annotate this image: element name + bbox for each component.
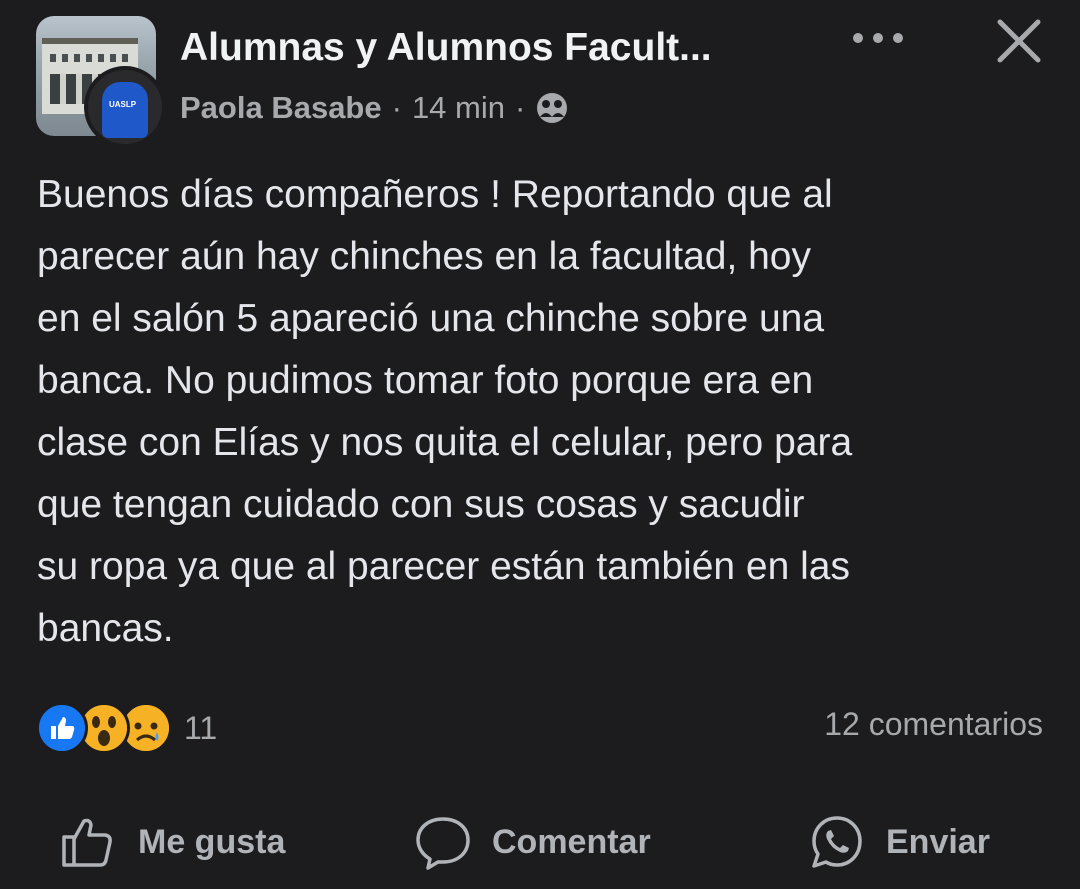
meta-separator: ·	[391, 90, 402, 125]
more-dots-icon[interactable]	[850, 28, 906, 48]
meta-separator-2: ·	[514, 90, 526, 125]
reaction-count: 11	[184, 709, 218, 746]
user-avatar[interactable]: UASLP	[84, 66, 166, 148]
comment-bubble-icon	[416, 817, 470, 870]
like-label: Me gusta	[138, 822, 286, 861]
like-icon	[36, 702, 88, 754]
action-bar: Me gusta Comentar Enviar	[0, 806, 1080, 878]
post-time[interactable]: 14 min	[412, 90, 505, 126]
avatar-shirt-image: UASLP	[102, 82, 148, 138]
post-header: UASLP Alumnas y Alumnos Facult... Paola …	[36, 16, 1056, 148]
post-body-text: Buenos días compañeros ! Reportando que …	[37, 173, 853, 650]
whatsapp-icon	[812, 816, 862, 868]
close-icon[interactable]	[994, 16, 1044, 66]
comment-label: Comentar	[492, 822, 651, 861]
comments-count[interactable]: 12 comentarios	[824, 706, 1043, 743]
group-icon	[537, 93, 568, 123]
reactions-summary[interactable]: 11	[36, 702, 217, 754]
author-name[interactable]: Paola Basabe	[180, 90, 382, 126]
thumbs-up-icon	[62, 818, 112, 867]
like-button[interactable]: Me gusta	[60, 806, 285, 878]
post-meta: Paola Basabe · 14 min ·	[180, 90, 569, 126]
group-name[interactable]: Alumnas y Alumnos Facult...	[180, 26, 712, 70]
send-label: Enviar	[886, 822, 990, 861]
avatar-badge-text: UASLP	[109, 100, 137, 109]
comment-button[interactable]: Comentar	[414, 806, 651, 878]
send-button[interactable]: Enviar	[808, 806, 990, 878]
